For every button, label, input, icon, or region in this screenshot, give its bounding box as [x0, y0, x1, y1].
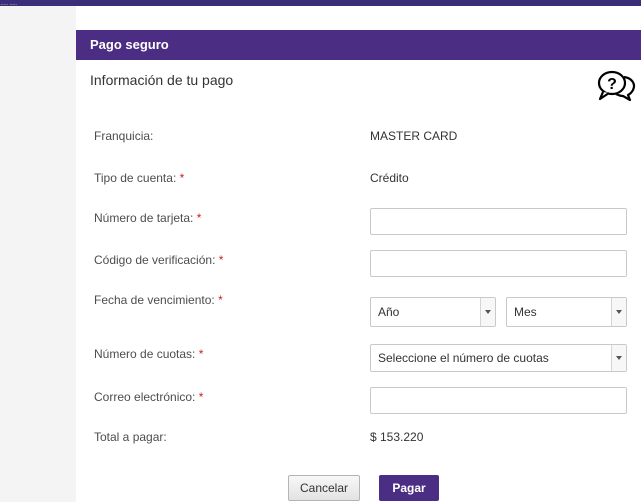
required-mark: *	[218, 253, 224, 267]
tipo-cuenta-label-text: Tipo de cuenta:	[94, 171, 177, 185]
numero-cuotas-label: Número de cuotas: *	[94, 347, 203, 361]
left-gutter	[0, 6, 76, 502]
tipo-cuenta-value: Crédito	[370, 171, 409, 185]
row-franquicia: Franquicia: MASTER CARD	[76, 129, 641, 161]
codigo-verificacion-label: Código de verificación: *	[94, 253, 223, 267]
row-codigo-verificacion: Código de verificación: *	[76, 250, 641, 282]
expiry-month-select[interactable]: Mes	[506, 297, 627, 327]
total-label: Total a pagar:	[94, 430, 167, 444]
panel-title: Pago seguro	[76, 30, 641, 60]
numero-cuotas-label-text: Número de cuotas:	[94, 347, 196, 361]
franquicia-value: MASTER CARD	[370, 129, 458, 143]
row-numero-tarjeta: Número de tarjeta: *	[76, 208, 641, 240]
installments-select[interactable]: Seleccione el número de cuotas	[370, 344, 627, 372]
email-input[interactable]	[370, 387, 627, 414]
required-mark: *	[198, 390, 204, 404]
franquicia-label: Franquicia:	[94, 129, 154, 143]
required-mark: *	[179, 171, 185, 185]
expiry-year-select[interactable]: Año	[370, 297, 496, 327]
expiry-year-selected: Año	[378, 305, 400, 319]
correo-label: Correo electrónico: *	[94, 390, 203, 404]
fecha-vencimiento-label: Fecha de vencimiento: *	[94, 293, 223, 307]
required-mark: *	[218, 293, 223, 307]
svg-text:?: ?	[607, 76, 617, 93]
required-mark: *	[196, 211, 202, 225]
correo-label-text: Correo electrónico:	[94, 390, 196, 404]
numero-tarjeta-label: Número de tarjeta: *	[94, 211, 201, 225]
pay-button[interactable]: Pagar	[379, 475, 439, 501]
installments-selected: Seleccione el número de cuotas	[378, 351, 549, 365]
required-mark: *	[198, 347, 204, 361]
verification-code-input[interactable]	[370, 250, 627, 277]
card-number-input[interactable]	[370, 208, 627, 235]
top-strip: ..... .....	[0, 0, 641, 7]
numero-tarjeta-label-text: Número de tarjeta:	[94, 211, 194, 225]
codigo-verificacion-label-text: Código de verificación:	[94, 253, 216, 267]
tipo-cuenta-label: Tipo de cuenta: *	[94, 171, 184, 185]
row-correo: Correo electrónico: *	[76, 387, 641, 419]
total-value: $ 153.220	[370, 430, 424, 444]
row-numero-cuotas: Número de cuotas: * Seleccione el número…	[76, 344, 641, 376]
payment-info-subtitle: Información de tu pago	[90, 72, 234, 88]
fecha-vencimiento-label-text: Fecha de vencimiento:	[94, 293, 215, 307]
row-tipo-cuenta: Tipo de cuenta: * Crédito	[76, 171, 641, 203]
row-fecha-vencimiento: Fecha de vencimiento: * Año Mes	[76, 293, 641, 333]
chevron-down-icon	[611, 345, 626, 371]
help-chat-icon[interactable]: ?	[595, 68, 637, 102]
cancel-button[interactable]: Cancelar	[288, 475, 360, 501]
payment-panel: Pago seguro Información de tu pago ? Fra…	[76, 30, 641, 502]
chevron-down-icon	[611, 298, 626, 326]
chevron-down-icon	[480, 298, 495, 326]
expiry-month-selected: Mes	[514, 305, 537, 319]
row-total: Total a pagar: $ 153.220	[76, 430, 641, 462]
